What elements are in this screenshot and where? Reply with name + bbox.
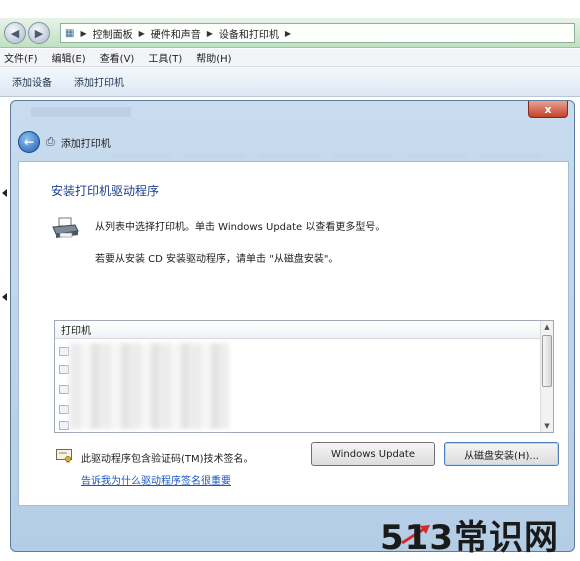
certificate-icon	[56, 449, 72, 463]
add-printer-button[interactable]: 添加打印机	[74, 74, 124, 89]
page-title: 安装打印机驱动程序	[51, 184, 160, 198]
back-arrow-icon[interactable]: ←	[18, 131, 40, 153]
menu-bar: 文件(F) 编辑(E) 查看(V) 工具(T) 帮助(H)	[0, 49, 580, 67]
menu-view[interactable]: 查看(V)	[100, 50, 135, 65]
instruction-text: 从列表中选择打印机。单击 Windows Update 以查看更多型号。	[95, 222, 386, 233]
breadcrumb-item[interactable]: 设备和打印机	[219, 26, 279, 41]
signature-help-link[interactable]: 告诉我为什么驱动程序签名很重要	[81, 472, 231, 487]
breadcrumb-item[interactable]: 硬件和声音	[151, 26, 201, 41]
control-panel-icon: ▦	[65, 27, 75, 39]
menu-tools[interactable]: 工具(T)	[148, 50, 182, 65]
scroll-thumb[interactable]	[542, 335, 552, 387]
edge-marker	[2, 189, 7, 197]
list-scrollbar[interactable]: ▲ ▼	[540, 321, 553, 432]
add-device-button[interactable]: 添加设备	[12, 74, 52, 89]
signature-text: 此驱动程序包含验证码(TM)技术签名。	[81, 454, 254, 465]
scroll-up-icon[interactable]: ▲	[541, 321, 553, 333]
command-bar: 添加设备 添加打印机	[0, 67, 580, 97]
have-disk-button[interactable]: 从磁盘安装(H)...	[444, 442, 559, 466]
instruction-text: 若要从安装 CD 安装驱动程序，请单击 "从磁盘安装"。	[95, 254, 339, 265]
address-bar: ◀ ▶ ▦ ▶ 控制面板 ▶ 硬件和声音 ▶ 设备和打印机 ▶	[0, 18, 580, 48]
watermark: 513常识网	[380, 518, 559, 558]
printer-icon: ⎙	[46, 135, 55, 148]
breadcrumb[interactable]: ▦ ▶ 控制面板 ▶ 硬件和声音 ▶ 设备和打印机 ▶	[60, 23, 575, 43]
list-item[interactable]	[59, 405, 69, 414]
menu-file[interactable]: 文件(F)	[4, 50, 38, 65]
list-item[interactable]	[59, 347, 69, 356]
dialog-content: 安装打印机驱动程序 从列表中选择打印机。单击 Windows Update 以查…	[18, 161, 569, 506]
windows-update-button[interactable]: Windows Update	[311, 442, 435, 466]
list-item[interactable]	[59, 421, 69, 430]
dialog-title: 添加打印机	[60, 138, 111, 150]
edge-marker	[2, 293, 7, 301]
close-button[interactable]: x	[528, 101, 568, 118]
breadcrumb-item[interactable]: 控制面板	[93, 26, 133, 41]
scroll-down-icon[interactable]: ▼	[541, 420, 553, 432]
list-item[interactable]	[59, 365, 69, 374]
menu-help[interactable]: 帮助(H)	[196, 50, 231, 65]
list-column-header[interactable]: 打印机	[55, 321, 541, 339]
blurred-list-content	[69, 343, 229, 429]
forward-arrow-icon[interactable]: ▶	[28, 22, 50, 44]
printer-list[interactable]: 打印机 ▲ ▼	[54, 320, 554, 433]
list-item[interactable]	[59, 385, 69, 394]
add-printer-dialog: x ← ⎙ 添加打印机 安装打印机驱动程序 从列表中选择打印机。单击 Windo…	[10, 100, 575, 552]
menu-edit[interactable]: 编辑(E)	[52, 50, 86, 65]
printer-icon	[52, 217, 79, 238]
back-arrow-icon[interactable]: ◀	[4, 22, 26, 44]
